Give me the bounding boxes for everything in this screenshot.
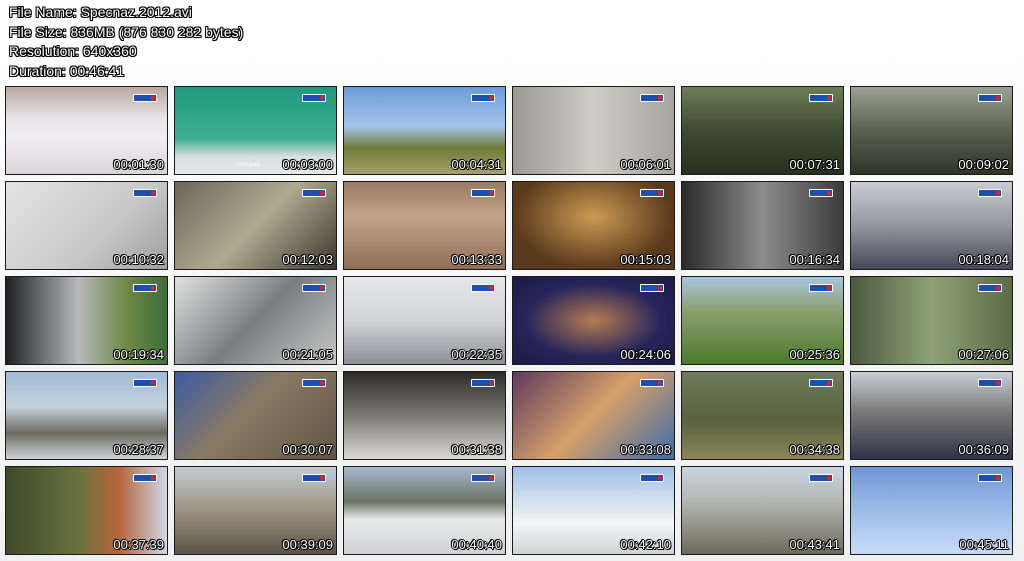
channel-logo-icon xyxy=(471,189,495,197)
video-thumbnail[interactable]: 00:09:02 xyxy=(850,86,1013,175)
video-thumbnail[interactable]: 00:04:31 xyxy=(343,86,506,175)
channel-logo-icon xyxy=(302,284,326,292)
thumbnail-timestamp: 00:09:02 xyxy=(958,157,1009,172)
video-thumbnail[interactable]: 00:21:05 xyxy=(174,276,337,365)
channel-logo-icon xyxy=(978,94,1002,102)
thumbnail-caption: спецназ xyxy=(237,162,260,168)
video-thumbnail[interactable]: 00:37:39 xyxy=(5,466,168,555)
thumbnail-timestamp: 00:12:03 xyxy=(282,252,333,267)
thumbnail-timestamp: 00:24:06 xyxy=(620,347,671,362)
channel-logo-icon xyxy=(809,474,833,482)
video-thumbnail[interactable]: 00:27:06 xyxy=(850,276,1013,365)
thumbnail-timestamp: 00:30:07 xyxy=(282,442,333,457)
channel-logo-icon xyxy=(133,379,157,387)
video-thumbnail[interactable]: 00:18:04 xyxy=(850,181,1013,270)
file-name-text: File Name: Specnaz.2012.avi xyxy=(9,4,192,20)
channel-logo-icon xyxy=(471,474,495,482)
thumbnail-timestamp: 00:28:37 xyxy=(113,442,164,457)
thumbnail-timestamp: 00:07:31 xyxy=(789,157,840,172)
channel-logo-icon xyxy=(640,284,664,292)
thumbnail-timestamp: 00:39:09 xyxy=(282,537,333,552)
video-thumbnail[interactable]: 00:12:03 xyxy=(174,181,337,270)
video-thumbnail[interactable]: 00:15:03 xyxy=(512,181,675,270)
thumbnail-timestamp: 00:33:08 xyxy=(620,442,671,457)
channel-logo-icon xyxy=(978,189,1002,197)
video-thumbnail[interactable]: 00:13:33 xyxy=(343,181,506,270)
channel-logo-icon xyxy=(302,189,326,197)
channel-logo-icon xyxy=(302,474,326,482)
video-thumbnail[interactable]: 00:39:09 xyxy=(174,466,337,555)
video-thumbnail[interactable]: 00:36:09 xyxy=(850,371,1013,460)
thumbnail-timestamp: 00:36:09 xyxy=(958,442,1009,457)
channel-logo-icon xyxy=(809,94,833,102)
thumbnail-timestamp: 00:31:38 xyxy=(451,442,502,457)
video-thumbnail[interactable]: 00:07:31 xyxy=(681,86,844,175)
thumbnail-timestamp: 00:45:11 xyxy=(959,537,1009,552)
video-thumbnail[interactable]: 00:42:10 xyxy=(512,466,675,555)
channel-logo-icon xyxy=(471,284,495,292)
channel-logo-icon xyxy=(809,379,833,387)
thumbnail-timestamp: 00:22:35 xyxy=(451,347,502,362)
thumbnail-timestamp: 00:13:33 xyxy=(451,252,502,267)
thumbnail-timestamp: 00:21:05 xyxy=(282,347,333,362)
video-thumbnail[interactable]: 00:28:37 xyxy=(5,371,168,460)
thumbnail-timestamp: 00:15:03 xyxy=(620,252,671,267)
thumbnail-timestamp: 00:18:04 xyxy=(958,252,1009,267)
thumbnail-timestamp: 00:06:01 xyxy=(620,157,671,172)
thumbnail-timestamp: 00:03:00 xyxy=(282,157,333,172)
video-thumbnail[interactable]: 00:33:08 xyxy=(512,371,675,460)
thumbnail-grid: 00:01:30 спецназ 00:03:00 00:04:31 00:06:01 0… xyxy=(5,86,1013,555)
thumbnail-timestamp: 00:37:39 xyxy=(113,537,164,552)
video-thumbnail[interactable]: 00:43:41 xyxy=(681,466,844,555)
channel-logo-icon xyxy=(471,94,495,102)
video-thumbnail[interactable]: 00:19:34 xyxy=(5,276,168,365)
thumbnail-timestamp: 00:10:32 xyxy=(113,252,164,267)
channel-logo-icon xyxy=(978,379,1002,387)
thumbnail-timestamp: 00:16:34 xyxy=(789,252,840,267)
video-thumbnail[interactable]: 00:22:35 xyxy=(343,276,506,365)
thumbnail-timestamp: 00:40:40 xyxy=(451,537,502,552)
thumbnail-timestamp: 00:34:38 xyxy=(789,442,840,457)
thumbnail-timestamp: 00:04:31 xyxy=(451,157,502,172)
video-thumbnail[interactable]: 00:40:40 xyxy=(343,466,506,555)
channel-logo-icon xyxy=(302,94,326,102)
video-thumbnail[interactable]: 00:34:38 xyxy=(681,371,844,460)
thumbnail-timestamp: 00:43:41 xyxy=(789,537,840,552)
channel-logo-icon xyxy=(471,379,495,387)
channel-logo-icon xyxy=(640,189,664,197)
video-thumbnail[interactable]: 00:10:32 xyxy=(5,181,168,270)
channel-logo-icon xyxy=(133,189,157,197)
video-thumbnail[interactable]: 00:24:06 xyxy=(512,276,675,365)
channel-logo-icon xyxy=(133,284,157,292)
file-size-text: File Size: 836MB (876 830 282 bytes) xyxy=(9,23,244,40)
channel-logo-icon xyxy=(809,189,833,197)
channel-logo-icon xyxy=(978,284,1002,292)
thumbnail-timestamp: 00:01:30 xyxy=(113,157,164,172)
channel-logo-icon xyxy=(978,474,1002,482)
file-info-header: File Name: Specnaz.2012.avi File Size: 8… xyxy=(9,3,243,81)
channel-logo-icon xyxy=(809,284,833,292)
channel-logo-icon xyxy=(640,474,664,482)
video-thumbnail[interactable]: 00:06:01 xyxy=(512,86,675,175)
thumbnail-timestamp: 00:27:06 xyxy=(958,347,1009,362)
thumbnail-timestamp: 00:42:10 xyxy=(620,537,671,552)
channel-logo-icon xyxy=(133,474,157,482)
resolution-text: Resolution: 640x360 xyxy=(9,43,137,59)
channel-logo-icon xyxy=(133,94,157,102)
thumbnail-timestamp: 00:25:36 xyxy=(789,347,840,362)
duration-text: Duration: 00:46:41 xyxy=(9,62,125,79)
thumbnail-timestamp: 00:19:34 xyxy=(113,347,164,362)
channel-logo-icon xyxy=(302,379,326,387)
video-thumbnail[interactable]: 00:30:07 xyxy=(174,371,337,460)
video-thumbnail[interactable]: 00:25:36 xyxy=(681,276,844,365)
channel-logo-icon xyxy=(640,94,664,102)
video-thumbnail[interactable]: 00:16:34 xyxy=(681,181,844,270)
video-thumbnail[interactable]: 00:45:11 xyxy=(850,466,1013,555)
video-thumbnail[interactable]: 00:01:30 xyxy=(5,86,168,175)
channel-logo-icon xyxy=(640,379,664,387)
video-thumbnail[interactable]: спецназ 00:03:00 xyxy=(174,86,337,175)
video-thumbnail[interactable]: 00:31:38 xyxy=(343,371,506,460)
